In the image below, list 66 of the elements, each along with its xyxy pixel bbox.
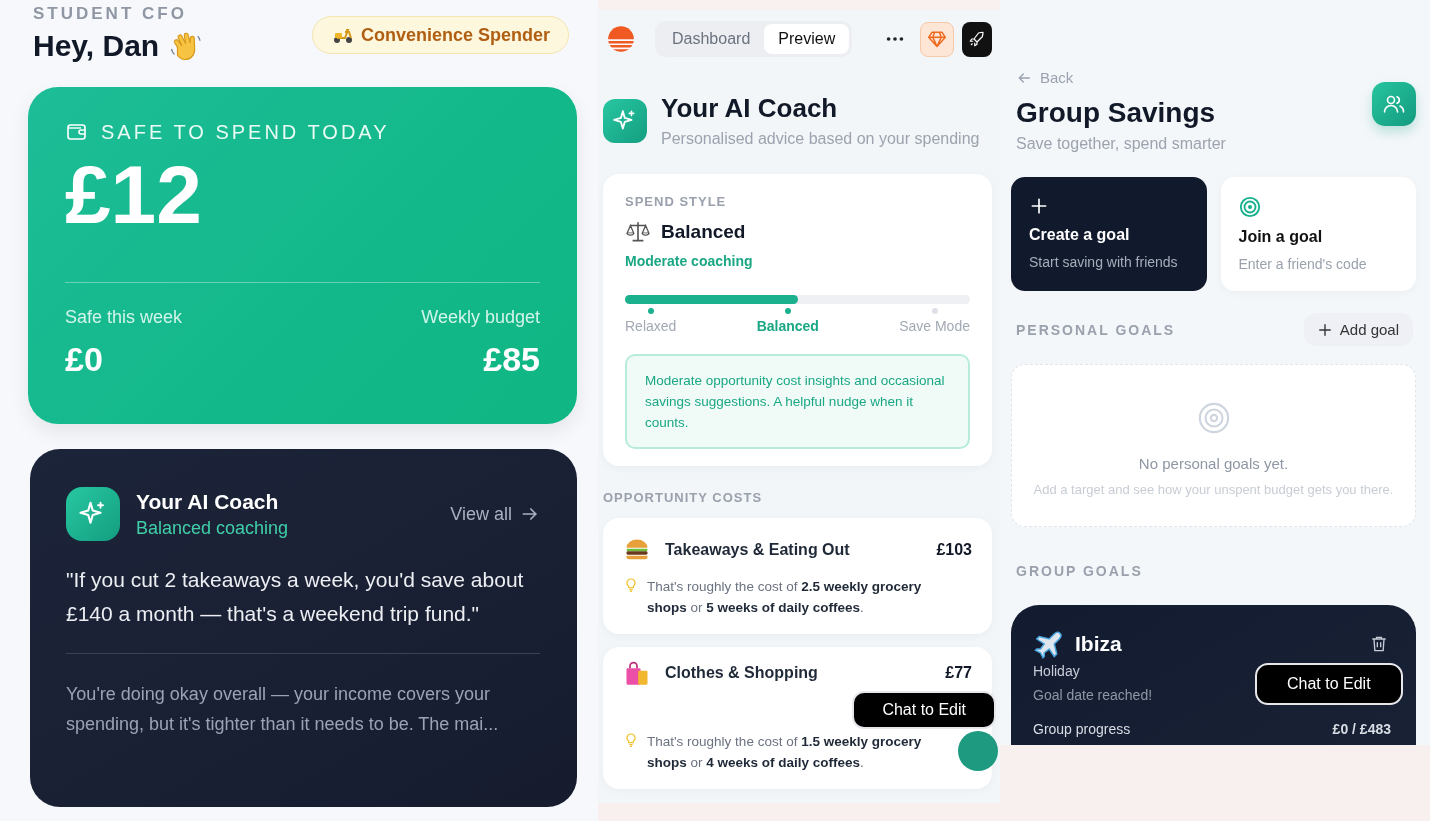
page-title: Your AI Coach xyxy=(661,93,839,124)
group-icon xyxy=(1372,82,1416,126)
view-all-link[interactable]: View all xyxy=(450,503,540,525)
chat-to-edit-button[interactable]: Chat to Edit xyxy=(1255,663,1403,705)
spend-style-name: Balanced xyxy=(661,221,746,243)
create-goal-button[interactable]: Create a goal Start saving with friends xyxy=(1011,177,1207,291)
style-description: Moderate opportunity cost insights and occasional savings suggestions. A helpful nudge when it counts. xyxy=(625,354,970,449)
step-dot xyxy=(647,308,654,314)
app-label: STUDENT CFO xyxy=(33,4,188,24)
progress-label: Group progress xyxy=(1033,721,1131,737)
amount-value: £12 xyxy=(65,154,203,236)
lightbulb-icon xyxy=(623,731,639,749)
goal-name: Ibiza xyxy=(1075,632,1123,656)
card-label: SAFE TO SPEND TODAY xyxy=(101,120,390,144)
stat-label: Safe this week xyxy=(65,307,183,328)
plus-icon xyxy=(1317,322,1332,337)
chat-to-edit-button[interactable]: Chat to Edit xyxy=(852,691,996,729)
sparkle-icon xyxy=(603,98,647,143)
section-label: OPPORTUNITY COSTS xyxy=(603,490,764,505)
gem-button[interactable] xyxy=(920,21,955,57)
empty-state-title: No personal goals yet. xyxy=(1138,455,1289,472)
join-goal-button[interactable]: Join a goal Enter a friend's code xyxy=(1220,177,1416,291)
coach-quote: "If you cut 2 takeaways a week, you'd save about £140 a month — that's a weekend trip fund." xyxy=(66,567,525,627)
page-subtitle: Save together, spend smarter xyxy=(1016,135,1226,153)
tip-text: That's roughly the cost of 2.5 weekly grocery shops or 5 weeks of daily coffees. xyxy=(647,578,923,617)
trash-icon xyxy=(1369,634,1389,654)
lightbulb-icon xyxy=(623,576,639,594)
section-label: SPEND STYLE xyxy=(625,194,728,209)
progress-amount: £0 / £483 xyxy=(1332,721,1391,737)
delete-button[interactable] xyxy=(1369,634,1389,654)
coaching-level: Balanced coaching xyxy=(136,517,290,539)
gem-icon xyxy=(927,29,948,49)
step-dot xyxy=(784,308,791,314)
sunset-logo-icon xyxy=(607,25,635,53)
cost-amount: £77 xyxy=(945,664,972,682)
goal-status: Goal date reached! xyxy=(1033,687,1154,703)
plus-icon xyxy=(1029,196,1049,216)
category-name: Takeaways & Eating Out xyxy=(665,541,851,559)
category-name: Clothes & Shopping xyxy=(665,664,819,682)
airplane-icon xyxy=(1033,629,1063,659)
persona-badge: Convenience Spender xyxy=(311,16,569,54)
sparkle-icon xyxy=(66,487,120,541)
rocket-button[interactable] xyxy=(962,21,993,57)
page-title: Group Savings xyxy=(1016,97,1217,129)
stat-value: £85 xyxy=(482,340,540,379)
stat-value: £0 xyxy=(65,340,104,379)
tip-text: That's roughly the cost of 1.5 weekly grocery shops or 4 weeks of daily coffees. xyxy=(647,733,923,772)
coach-summary: You're doing okay overall — your income covers your spending, but it's tighter than it needs to be. The mai... xyxy=(66,683,500,736)
spend-style-slider[interactable] xyxy=(625,295,798,304)
target-icon xyxy=(1196,401,1231,435)
card-title: Your AI Coach xyxy=(136,489,280,514)
goal-category: Holiday xyxy=(1033,663,1081,679)
add-goal-button[interactable]: Add goal xyxy=(1303,313,1413,346)
coaching-level: Moderate coaching xyxy=(625,253,754,269)
view-tab[interactable]: Preview xyxy=(764,24,850,54)
target-icon xyxy=(1238,196,1261,218)
floating-action-button[interactable] xyxy=(958,731,998,771)
stat-label: Weekly budget xyxy=(421,307,540,328)
section-label: GROUP GOALS xyxy=(1015,563,1144,579)
greeting-title: Hey, Dan xyxy=(33,29,160,63)
view-tab[interactable]: Dashboard xyxy=(658,24,765,54)
page-subtitle: Personalised advice based on your spending xyxy=(661,130,980,148)
section-label: PERSONAL GOALS xyxy=(1016,321,1176,338)
cost-amount: £103 xyxy=(936,541,972,559)
rocket-icon xyxy=(968,30,987,48)
step-dot xyxy=(931,308,938,314)
